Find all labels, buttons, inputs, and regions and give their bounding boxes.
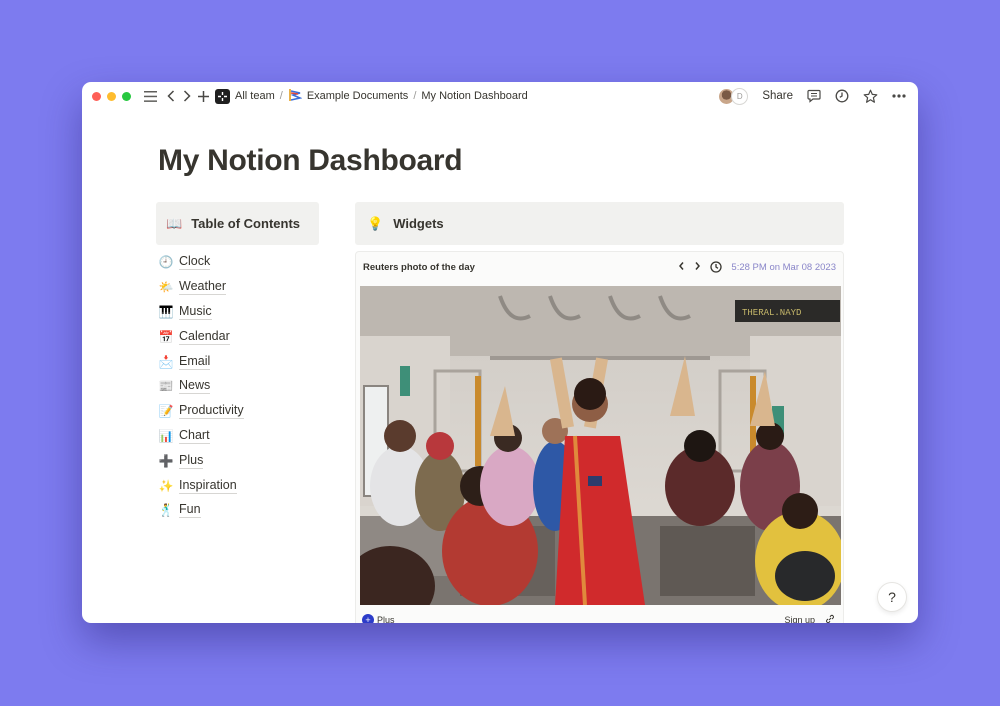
help-button[interactable]: ? (877, 582, 907, 612)
light-bulb-icon: 💡 (367, 215, 384, 231)
toc-item-label: Productivity (179, 403, 244, 420)
photo-of-the-day-widget: Reuters photo of the day 5:28 PM on Mar … (355, 251, 844, 623)
sparkles-icon: ✨ (158, 478, 174, 493)
toc-item-chart[interactable]: 📊 Chart (158, 424, 244, 449)
plus-icon: ➕ (158, 453, 174, 468)
breadcrumb-documents-label: Example Documents (306, 90, 409, 102)
toc-item-label: Clock (179, 254, 211, 271)
toc-item-calendar[interactable]: 📅 Calendar (158, 324, 244, 349)
toc-item-label: Fun (179, 502, 201, 519)
bar-chart-icon: 📊 (158, 428, 174, 443)
titlebar-actions: D Share (718, 82, 906, 110)
star-icon[interactable] (863, 89, 878, 104)
open-book-icon: 📖 (166, 215, 183, 231)
toc-title: Table of Contents (191, 216, 300, 231)
zoom-window-button[interactable] (122, 91, 131, 101)
widget-header: Reuters photo of the day 5:28 PM on Mar … (356, 252, 843, 282)
widget-title: Reuters photo of the day (363, 261, 475, 273)
toc-list: 🕘 Clock 🌤️ Weather 🎹 Music 📅 Calendar 📩 … (158, 250, 244, 523)
toc-item-weather[interactable]: 🌤️ Weather (158, 275, 244, 300)
next-photo-button[interactable] (694, 261, 701, 274)
traffic-lights (92, 91, 131, 101)
breadcrumb-separator: / (279, 90, 283, 102)
calendar-icon: 📅 (158, 329, 174, 344)
envelope-icon: 📩 (158, 354, 174, 369)
widget-controls: 5:28 PM on Mar 08 2023 (678, 261, 836, 274)
notion-window: All team / Example Documents / My Notion… (82, 82, 918, 623)
widgets-callout: 💡 Widgets (355, 202, 844, 245)
toc-item-productivity[interactable]: 📝 Productivity (158, 399, 244, 424)
toc-item-label: News (179, 378, 211, 395)
minimize-window-button[interactable] (107, 91, 116, 101)
photo-timestamp: 5:28 PM on Mar 08 2023 (731, 261, 836, 273)
breadcrumb-current-page[interactable]: My Notion Dashboard (421, 90, 527, 102)
link-icon[interactable] (825, 614, 835, 623)
toc-item-label: Plus (179, 452, 204, 469)
breadcrumb-current-label: My Notion Dashboard (421, 90, 528, 102)
reuters-photo[interactable]: THERAL.NAYD (360, 286, 841, 605)
toc-item-fun[interactable]: 🕺 Fun (158, 498, 244, 523)
titlebar: All team / Example Documents / My Notion… (82, 82, 918, 110)
memo-icon: 📝 (158, 404, 174, 419)
workspace-icon (215, 88, 230, 104)
toc-item-news[interactable]: 📰 News (158, 374, 244, 399)
sign-up-link[interactable]: Sign up (784, 615, 815, 623)
toc-item-label: Email (179, 353, 211, 370)
toc-item-label: Chart (179, 427, 210, 444)
previous-photo-button[interactable] (678, 261, 685, 274)
toc-callout: 📖 Table of Contents (156, 202, 319, 245)
footer-actions: Sign up (784, 614, 835, 623)
new-page-plus-icon[interactable] (198, 90, 209, 102)
clock-icon: 🕘 (158, 255, 174, 270)
widget-footer: + Plus Sign up (362, 614, 835, 623)
toc-item-plus[interactable]: ➕ Plus (158, 448, 244, 473)
sun-behind-cloud-icon: 🌤️ (158, 280, 174, 295)
toc-item-label: Inspiration (179, 477, 237, 494)
share-button[interactable]: Share (762, 90, 793, 102)
clock-icon (710, 261, 723, 273)
toc-item-inspiration[interactable]: ✨ Inspiration (158, 473, 244, 498)
photo-illustration: THERAL.NAYD (360, 286, 841, 605)
breadcrumb-separator: / (413, 90, 417, 102)
widgets-title: Widgets (393, 216, 444, 231)
plus-logo-icon: + (362, 614, 374, 623)
sidebar-menu-icon[interactable] (143, 90, 157, 102)
plus-brand-link[interactable]: Plus (377, 615, 395, 623)
history-clock-icon[interactable] (835, 89, 849, 103)
back-arrow-icon[interactable] (167, 90, 175, 102)
toc-item-label: Calendar (179, 328, 230, 345)
toc-item-label: Music (179, 303, 212, 320)
newspaper-icon: 📰 (158, 379, 174, 394)
toc-item-music[interactable]: 🎹 Music (158, 300, 244, 325)
document-emoji-icon (288, 88, 303, 105)
comment-icon[interactable] (807, 89, 821, 103)
toc-item-clock[interactable]: 🕘 Clock (158, 250, 244, 275)
avatar-initial: D (731, 87, 749, 105)
breadcrumb-workspace-label: All team (235, 90, 275, 102)
breadcrumb: All team / Example Documents / My Notion… (215, 88, 528, 105)
breadcrumb-example-documents[interactable]: Example Documents (288, 88, 409, 105)
dancer-icon: 🕺 (158, 503, 174, 518)
more-icon[interactable] (892, 94, 906, 98)
page-title[interactable]: My Notion Dashboard (158, 144, 463, 178)
collaborator-avatars[interactable]: D (718, 87, 749, 105)
toc-item-email[interactable]: 📩 Email (158, 349, 244, 374)
piano-keys-icon: 🎹 (158, 304, 174, 319)
breadcrumb-workspace[interactable]: All team (215, 88, 275, 104)
forward-arrow-icon[interactable] (183, 90, 191, 102)
close-window-button[interactable] (92, 91, 101, 101)
train-display-text: THERAL.NAYD (742, 308, 801, 318)
toc-item-label: Weather (179, 279, 227, 296)
